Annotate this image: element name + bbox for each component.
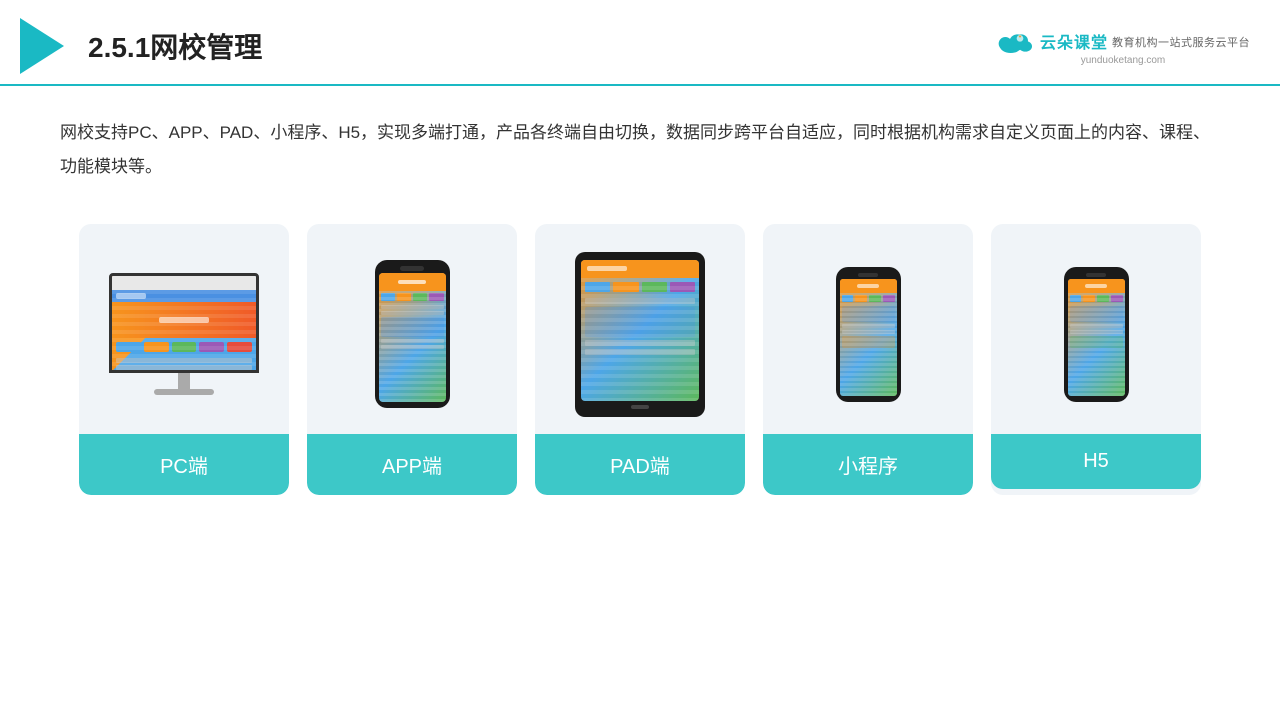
- mini-phone-mockup: [836, 267, 901, 402]
- card-app-image: [307, 224, 517, 434]
- monitor-mockup: [109, 273, 259, 395]
- page-title: 2.5.1网校管理: [88, 26, 262, 66]
- mini-phone-h5-mockup: [1064, 267, 1129, 402]
- card-miniapp-image: [763, 224, 973, 434]
- tablet-screen: [581, 260, 699, 401]
- monitor-screen: [109, 273, 259, 373]
- logo-subtitle: 教育机构一站式服务云平台: [1112, 34, 1250, 50]
- card-h5-label: H5: [991, 434, 1201, 489]
- card-app: APP端: [307, 224, 517, 495]
- card-pc: PC端: [79, 224, 289, 495]
- monitor-base: [154, 389, 214, 395]
- phone-screen: [379, 273, 446, 402]
- description-text: 网校支持PC、APP、PAD、小程序、H5，实现多端打通，产品各终端自由切换，数…: [0, 86, 1280, 194]
- cards-container: PC端: [0, 194, 1280, 495]
- mini-h5-notch: [1086, 273, 1106, 277]
- tablet-home-button: [631, 405, 649, 409]
- screen-content-pc: [112, 276, 256, 370]
- logo-name: 云朵课堂: [1040, 29, 1108, 53]
- mini-notch: [858, 273, 878, 277]
- card-pc-label: PC端: [79, 434, 289, 495]
- logo-cloud: 云朵课堂 教育机构一站式服务云平台: [996, 27, 1250, 55]
- cloud-logo-icon: [996, 27, 1036, 55]
- logo-url: yunduoketang.com: [1081, 55, 1166, 66]
- card-pc-image: [79, 224, 289, 434]
- card-pad: PAD端: [535, 224, 745, 495]
- card-pad-label: PAD端: [535, 434, 745, 495]
- card-pad-image: [535, 224, 745, 434]
- logo-area: 云朵课堂 教育机构一站式服务云平台 yunduoketang.com: [996, 27, 1250, 66]
- card-h5-image: [991, 224, 1201, 434]
- tablet-mockup: [575, 252, 705, 417]
- mini-screen: [840, 279, 897, 396]
- mini-h5-screen: [1068, 279, 1125, 396]
- card-app-label: APP端: [307, 434, 517, 495]
- card-miniapp: 小程序: [763, 224, 973, 495]
- play-icon: [20, 18, 64, 74]
- monitor-neck: [178, 373, 190, 389]
- header-left: 2.5.1网校管理: [20, 18, 262, 74]
- page-header: 2.5.1网校管理 云朵课堂 教育机构一站式服务云平台 yunduoketang…: [0, 0, 1280, 86]
- phone-notch: [400, 266, 424, 271]
- card-miniapp-label: 小程序: [763, 434, 973, 495]
- card-h5: H5: [991, 224, 1201, 495]
- phone-app-mockup: [375, 260, 450, 408]
- description-paragraph: 网校支持PC、APP、PAD、小程序、H5，实现多端打通，产品各终端自由切换，数…: [60, 116, 1220, 184]
